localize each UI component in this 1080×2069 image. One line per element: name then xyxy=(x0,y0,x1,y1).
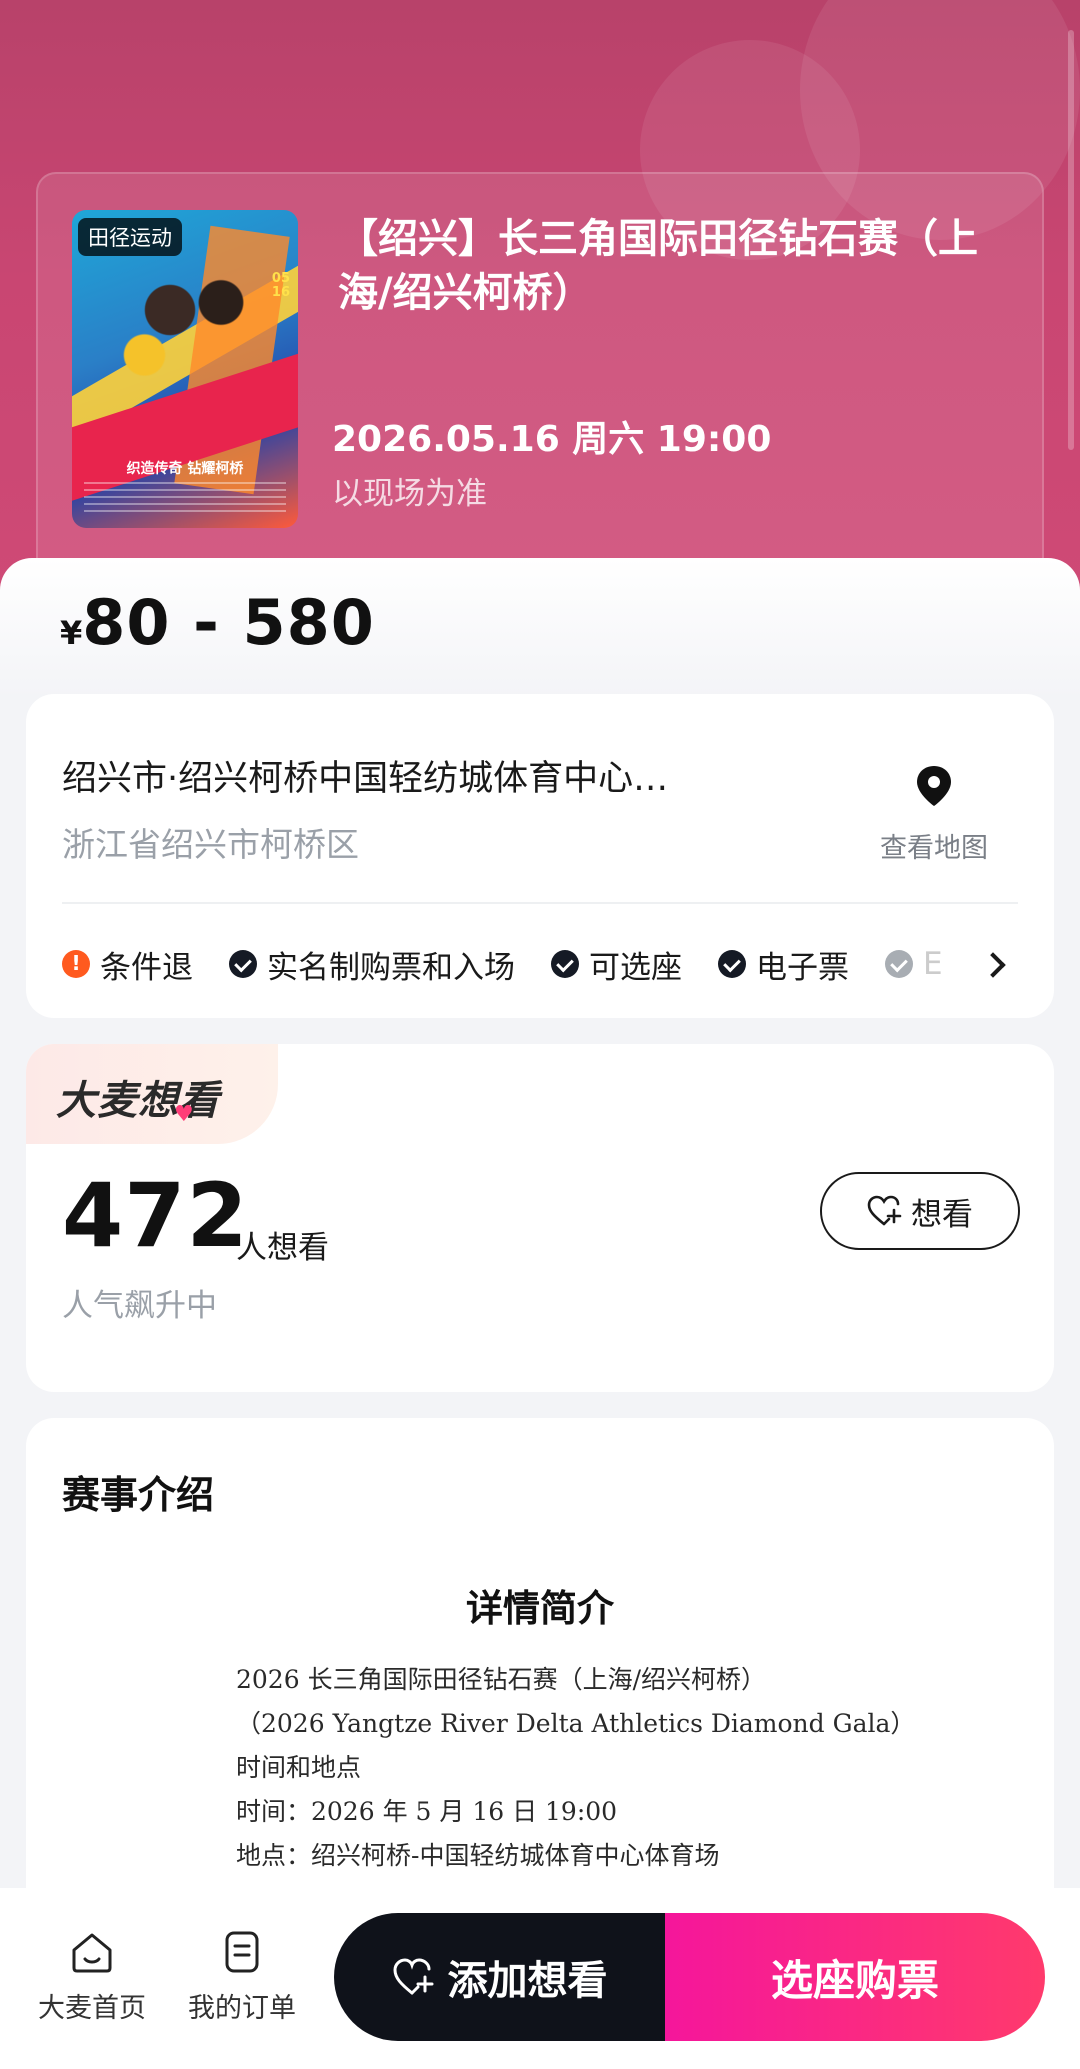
intro-subtitle: 详情简介 xyxy=(466,1586,614,1630)
want-count-unit: 人想看 xyxy=(236,1230,329,1266)
want-button-label: 想看 xyxy=(911,1196,973,1233)
tag-label: E xyxy=(923,946,943,982)
check-icon xyxy=(229,950,257,978)
service-tags[interactable]: 条件退 实名制购票和入场 可选座 电子票 E xyxy=(62,942,1026,986)
add-want-label: 添加想看 xyxy=(447,1958,608,2004)
poster-athletes-image xyxy=(102,250,272,400)
venue-card[interactable]: 绍兴市·绍兴柯桥中国轻纺城体育中心… 浙江省绍兴市柯桥区 查看地图 条件退 实名… xyxy=(26,694,1054,1018)
check-icon xyxy=(718,950,746,978)
scrollbar[interactable] xyxy=(1068,30,1074,450)
intro-content: 2026 长三角国际田径钻石赛（上海/绍兴柯桥） （2026 Yangtze R… xyxy=(236,1658,1036,1878)
intro-line: 地点：绍兴柯桥-中国轻纺城体育中心体育场 xyxy=(236,1841,720,1870)
want-to-see-card: 大麦想看 ♥ 472 人想看 人气飙升中 想看 xyxy=(26,1044,1054,1392)
view-map-button[interactable]: 查看地图 xyxy=(874,764,994,865)
order-list-icon xyxy=(225,1931,259,1973)
venue-name[interactable]: 绍兴市·绍兴柯桥中国轻纺城体育中心… xyxy=(62,750,842,801)
chevron-right-icon[interactable] xyxy=(974,944,1014,984)
nav-orders[interactable]: 我的订单 xyxy=(177,1928,307,2025)
section-title: 赛事介绍 xyxy=(62,1473,215,1517)
tag-conditional-refund[interactable]: 条件退 xyxy=(62,942,193,986)
tag-more[interactable]: E xyxy=(885,946,943,982)
nav-home-label: 大麦首页 xyxy=(38,1993,146,2024)
intro-line: 时间：2026 年 5 月 16 日 19:00 xyxy=(236,1797,618,1826)
intro-line: 时间和地点 xyxy=(236,1753,362,1782)
check-icon xyxy=(551,950,579,978)
event-hero: 05 16 织造传奇 钻耀柯桥 田径运动 【绍兴】长三角国际田径钻石赛（上海/绍… xyxy=(0,0,1080,620)
tag-seat-selection[interactable]: 可选座 xyxy=(551,942,682,986)
bottom-action-bar: 大麦首页 我的订单 添加想看 选座购票 xyxy=(0,1888,1080,2069)
location-pin-icon xyxy=(917,766,951,806)
poster-slogan: 织造传奇 钻耀柯桥 xyxy=(126,461,244,477)
heart-icon: ♥ xyxy=(174,1102,194,1127)
venue-address: 浙江省绍兴市柯桥区 xyxy=(62,825,359,864)
intro-line: （2026 Yangtze River Delta Athletics Diam… xyxy=(236,1709,916,1738)
cta-group: 添加想看 选座购票 xyxy=(334,1913,1045,2041)
intro-line: 2026 长三角国际田径钻石赛（上海/绍兴柯桥） xyxy=(236,1665,766,1694)
tag-real-name[interactable]: 实名制购票和入场 xyxy=(229,942,515,986)
event-datetime: 2026.05.16 周六 19:00 xyxy=(332,419,772,460)
heart-plus-icon xyxy=(867,1195,902,1226)
price-amount: 80 - 580 xyxy=(82,586,375,659)
detail-sheet: ¥80 - 580 绍兴市·绍兴柯桥中国轻纺城体育中心… 浙江省绍兴市柯桥区 查… xyxy=(0,558,1080,2069)
warning-icon xyxy=(62,950,90,978)
nav-orders-label: 我的订单 xyxy=(188,1993,296,2024)
want-to-see-button[interactable]: 想看 xyxy=(820,1172,1020,1250)
heart-plus-icon xyxy=(392,1958,433,1995)
home-icon xyxy=(72,1933,112,1973)
popularity-status: 人气飙升中 xyxy=(62,1288,217,1324)
check-icon xyxy=(885,950,913,978)
view-map-label: 查看地图 xyxy=(880,833,988,864)
tag-label: 可选座 xyxy=(589,949,682,986)
event-title: 【绍兴】长三角国际田径钻石赛（上海/绍兴柯桥） xyxy=(338,216,978,316)
want-badge: 大麦想看 ♥ xyxy=(26,1044,278,1144)
tag-e-ticket[interactable]: 电子票 xyxy=(718,942,849,986)
tag-label: 条件退 xyxy=(100,949,193,986)
category-tag: 田径运动 xyxy=(78,218,182,256)
divider xyxy=(62,902,1018,904)
tag-label: 实名制购票和入场 xyxy=(267,949,515,986)
want-count: 472 xyxy=(62,1164,249,1267)
select-seat-buy-button[interactable]: 选座购票 xyxy=(665,1913,1045,2041)
price-currency: ¥ xyxy=(60,614,83,652)
poster-date: 05 16 xyxy=(271,271,290,300)
price-range: ¥80 - 580 xyxy=(60,586,375,659)
poster-fine-print xyxy=(84,482,286,512)
nav-home[interactable]: 大麦首页 xyxy=(27,1928,157,2025)
event-summary-card: 05 16 织造传奇 钻耀柯桥 田径运动 【绍兴】长三角国际田径钻石赛（上海/绍… xyxy=(36,172,1044,592)
event-poster[interactable]: 05 16 织造传奇 钻耀柯桥 田径运动 xyxy=(72,210,298,528)
event-time-note: 以现场为准 xyxy=(332,476,487,512)
tag-label: 电子票 xyxy=(756,949,849,986)
want-badge-label: 大麦想看 xyxy=(56,1078,220,1124)
add-want-button[interactable]: 添加想看 xyxy=(334,1913,665,2041)
